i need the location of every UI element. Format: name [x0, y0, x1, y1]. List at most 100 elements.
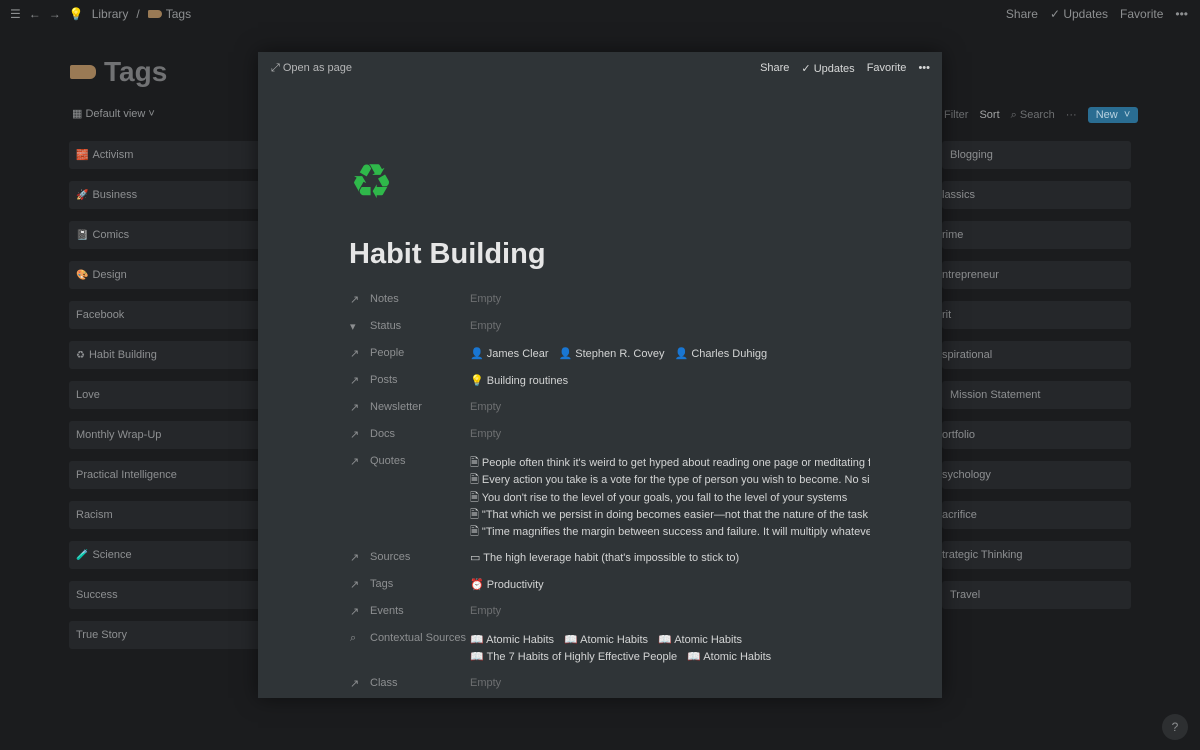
help-button[interactable]: ? — [1162, 714, 1188, 740]
card-item[interactable]: trategic Thinking — [942, 541, 1131, 569]
breadcrumb-tags[interactable]: Tags — [166, 7, 191, 21]
card-item[interactable]: Success — [69, 581, 269, 609]
class-values: Empty — [470, 677, 870, 689]
more-options-button[interactable]: ··· — [1066, 109, 1077, 121]
people-label[interactable]: ↗ People — [350, 347, 470, 360]
posts-link[interactable]: 💡 Building routines — [470, 375, 568, 387]
breadcrumb-library[interactable]: Library — [92, 7, 129, 21]
updates-button[interactable]: ✓ Updates — [1050, 7, 1108, 21]
card-item[interactable]: lassics — [942, 181, 1131, 209]
quotes-label[interactable]: ↗ Quotes — [350, 455, 470, 468]
people-link[interactable]: 👤 Charles Duhigg — [675, 348, 768, 360]
quote-link[interactable]: 🗎 "Time magnifies the margin between suc… — [470, 524, 870, 541]
open-as-page-button[interactable]: ⤢ Open as page — [271, 62, 352, 75]
card-item[interactable]: Travel — [942, 581, 1131, 609]
property-events: ↗ Events Empty — [350, 602, 870, 629]
source-link[interactable]: 📖 The 7 Habits of Highly Effective Peopl… — [470, 651, 677, 663]
sources-link[interactable]: ▭ The high leverage habit (that's imposs… — [470, 552, 739, 564]
search-button[interactable]: ⌕ Search — [1011, 109, 1055, 122]
docs-label[interactable]: ↗ Docs — [350, 428, 470, 441]
modal-updates-button[interactable]: ✓ Updates — [801, 62, 854, 75]
newsletter-label[interactable]: ↗ Newsletter — [350, 401, 470, 414]
source-link[interactable]: 📖 Atomic Habits — [658, 634, 742, 646]
property-sources: ↗ Sources ▭ The high leverage habit (that'… — [350, 548, 870, 575]
recycle-icon[interactable]: ♻ — [350, 154, 393, 210]
notes-label[interactable]: ↗ Notes — [350, 293, 470, 306]
sort-button[interactable]: Sort — [979, 109, 999, 121]
back-icon[interactable]: ← — [29, 7, 41, 21]
tags-link[interactable]: ⏰ Productivity — [470, 579, 544, 591]
card-item[interactable]: sychology — [942, 461, 1131, 489]
events-values: Empty — [470, 605, 870, 617]
card-label: trategic Thinking — [942, 549, 1023, 561]
quote-link[interactable]: 🗎 People often think it's weird to get h… — [470, 455, 870, 472]
modal-share-button[interactable]: Share — [760, 62, 789, 75]
card-item[interactable]: 📓 Comics — [69, 221, 269, 249]
card-item[interactable]: acrifice — [942, 501, 1131, 529]
card-item[interactable]: Blogging — [942, 141, 1131, 169]
quote-link[interactable]: 🗎 "That which we persist in doing become… — [470, 507, 870, 524]
more-button[interactable]: ••• — [1175, 7, 1188, 21]
source-title: Atomic Habits — [486, 634, 555, 646]
quote-text: "Time magnifies the margin between succe… — [481, 526, 870, 539]
card-label: Business — [92, 189, 138, 201]
status-label[interactable]: ▾ Status — [350, 320, 470, 333]
people-link[interactable]: 👤 Stephen R. Covey — [559, 348, 665, 360]
card-item[interactable]: 🎨 Design — [69, 261, 269, 289]
people-link[interactable]: 👤 James Clear — [470, 348, 549, 360]
contextual-values: 📖 Atomic Habits 📖 Atomic Habits 📖 Atomic H… — [470, 632, 870, 666]
class-label[interactable]: ↗ Class — [350, 677, 470, 690]
posts-label[interactable]: ↗ Posts — [350, 374, 470, 387]
card-item[interactable]: True Story — [69, 621, 269, 649]
label-text: Posts — [370, 374, 398, 386]
page-peek-modal: ⤢ Open as page Share ✓ Updates Favorite … — [258, 52, 942, 698]
card-item[interactable]: ntrepreneur — [942, 261, 1131, 289]
card-item[interactable]: Monthly Wrap-Up — [69, 421, 269, 449]
card-item[interactable]: 🧪 Science — [69, 541, 269, 569]
filter-button[interactable]: Filter — [944, 109, 968, 121]
quote-link[interactable]: 🗎 Every action you take is a vote for th… — [470, 472, 870, 489]
card-item[interactable]: rime — [942, 221, 1131, 249]
card-item[interactable]: Practical Intelligence — [69, 461, 269, 489]
source-link[interactable]: 📖 Atomic Habits — [687, 651, 771, 663]
share-button[interactable]: Share — [1006, 7, 1038, 21]
forward-icon[interactable]: → — [49, 7, 61, 21]
quote-text: "That which we persist in doing becomes … — [481, 508, 870, 521]
sources-label[interactable]: ↗ Sources — [350, 551, 470, 564]
card-item[interactable]: Love — [69, 381, 269, 409]
relation-arrow-icon: ↗ — [350, 375, 360, 387]
card-item[interactable]: rit — [942, 301, 1131, 329]
events-value[interactable]: Empty — [470, 605, 501, 617]
sources-values: ▭ The high leverage habit (that's imposs… — [470, 551, 870, 564]
quote-link[interactable]: 🗎 You don't rise to the level of your go… — [470, 490, 870, 507]
card-item[interactable]: ortfolio — [942, 421, 1131, 449]
card-label: rit — [942, 309, 952, 321]
breadcrumb-separator: / — [136, 7, 140, 21]
card-item[interactable]: Racism — [69, 501, 269, 529]
source-title: The 7 Habits of Highly Effective People — [486, 651, 678, 663]
newsletter-value[interactable]: Empty — [470, 401, 501, 413]
view-selector[interactable]: ▦ Default view ˅ — [72, 107, 155, 120]
class-value[interactable]: Empty — [470, 677, 501, 689]
favorite-button[interactable]: Favorite — [1120, 7, 1163, 21]
notes-value[interactable]: Empty — [470, 293, 501, 305]
events-label[interactable]: ↗ Events — [350, 605, 470, 618]
card-item[interactable]: ♻ Habit Building — [69, 341, 269, 369]
source-link[interactable]: 📖 Atomic Habits — [564, 634, 648, 646]
new-button[interactable]: New ˅ — [1087, 107, 1139, 123]
card-item[interactable]: spirational — [942, 341, 1131, 369]
contextual-label[interactable]: ⌕ Contextual Sources — [350, 632, 470, 645]
modal-favorite-button[interactable]: Favorite — [867, 62, 907, 75]
source-link[interactable]: 📖 Atomic Habits — [470, 634, 554, 646]
card-item[interactable]: Facebook — [69, 301, 269, 329]
status-value[interactable]: Empty — [470, 320, 501, 332]
card-item[interactable]: 🚀 Business — [69, 181, 269, 209]
tags-label[interactable]: ↗ Tags — [350, 578, 470, 591]
source-title: Atomic Habits — [674, 634, 743, 646]
card-item[interactable]: 🧱 Activism — [69, 141, 269, 169]
menu-icon[interactable]: ☰ — [10, 7, 21, 21]
modal-more-button[interactable]: ••• — [918, 62, 930, 75]
card-item[interactable]: Mission Statement — [942, 381, 1131, 409]
label-text: Status — [370, 320, 402, 332]
docs-value[interactable]: Empty — [470, 428, 501, 440]
